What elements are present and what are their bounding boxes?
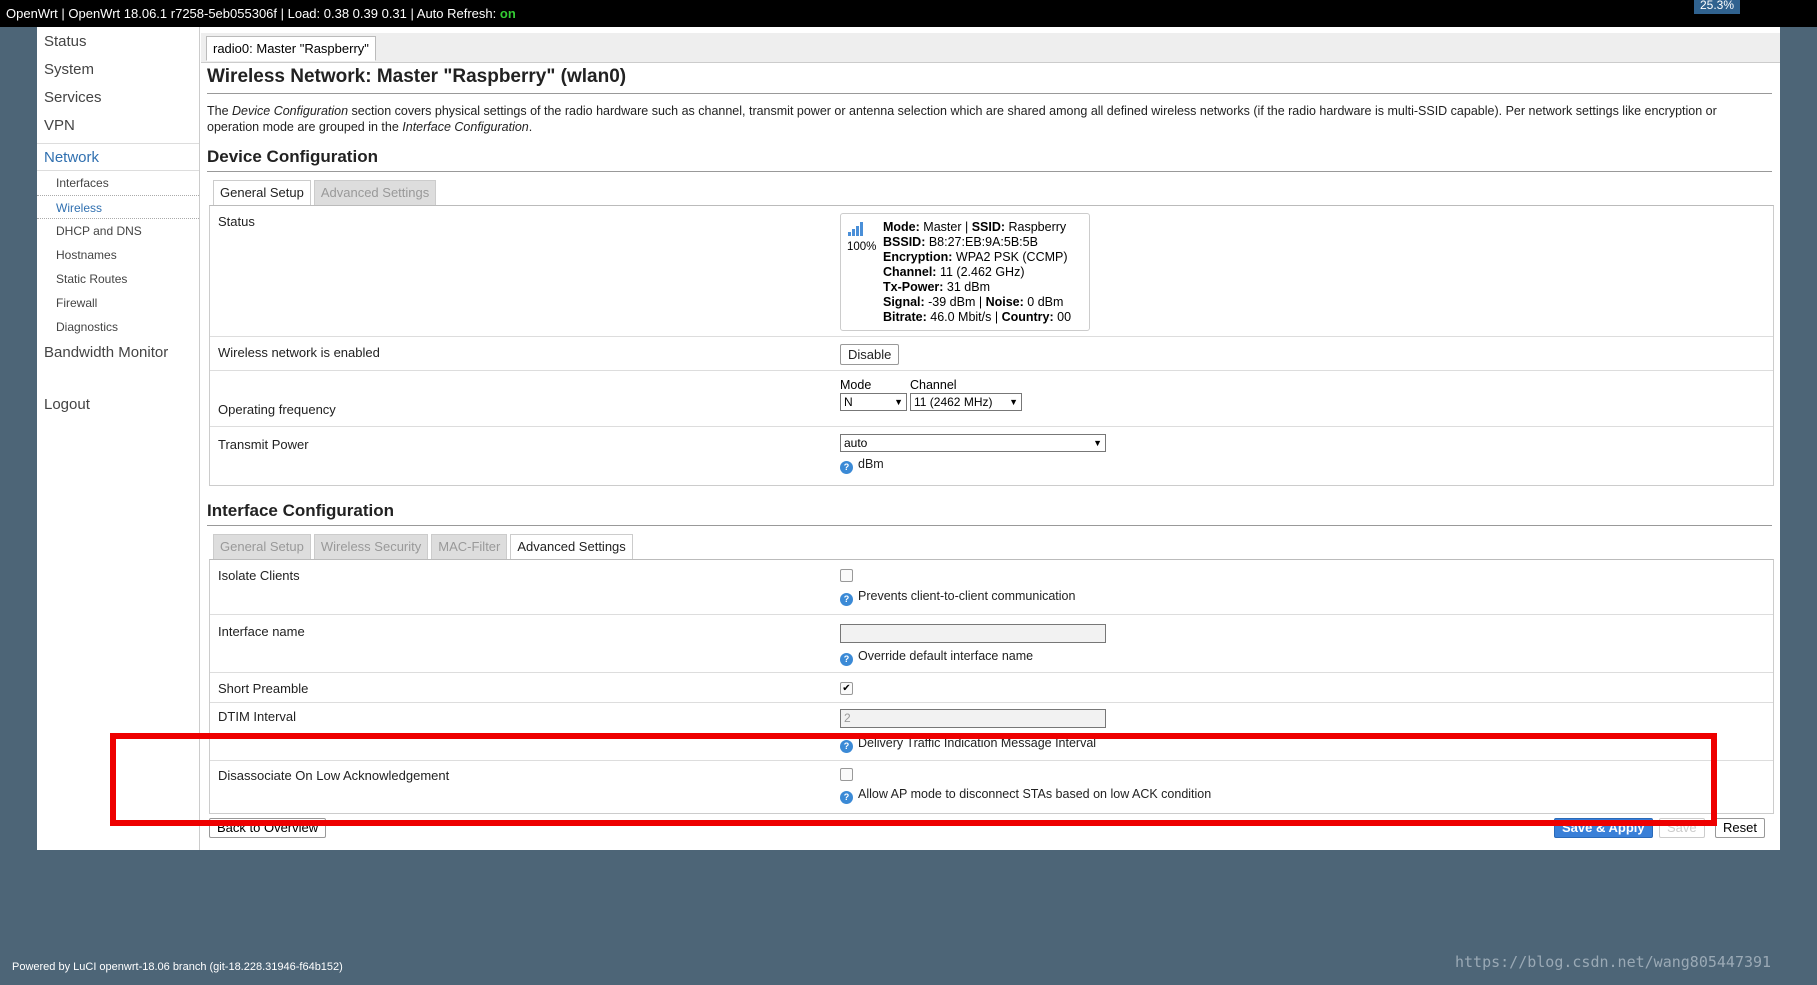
operating-frequency-row: Operating frequency Mode Channel N ▼ 11 (… <box>210 371 1773 427</box>
short-preamble-checkbox[interactable]: ✔ <box>840 682 853 695</box>
page-description: The Device Configuration section covers … <box>207 104 1717 134</box>
device-config-divider <box>207 171 1772 172</box>
reset-button[interactable]: Reset <box>1715 818 1765 838</box>
signal-strength-icon <box>848 222 863 236</box>
interface-name-row: Interface name ? Override default interfa… <box>210 615 1773 673</box>
status-details: Mode: Master | SSID: Raspberry BSSID: B8… <box>883 220 1072 324</box>
disable-button[interactable]: Disable <box>840 344 900 365</box>
channel-label: Channel <box>910 378 957 392</box>
sidebar-item-hostnames[interactable]: Hostnames <box>37 243 199 267</box>
help-icon: ? <box>840 740 853 753</box>
sidebar-item-static-routes[interactable]: Static Routes <box>37 267 199 291</box>
help-icon: ? <box>840 791 853 804</box>
tab-iface-advanced-settings[interactable]: Advanced Settings <box>510 534 633 560</box>
interface-name-help: ? Override default interface name <box>840 649 1033 666</box>
isolate-clients-row: Isolate Clients ? Prevents client-to-clie… <box>210 560 1773 615</box>
sidebar-item-services[interactable]: Services <box>37 84 199 112</box>
top-status-bar: OpenWrt | OpenWrt 18.06.1 r7258-5eb05530… <box>0 0 1817 27</box>
isolate-clients-label: Isolate Clients <box>218 568 300 583</box>
main-content: radio0: Master "Raspberry" Wireless Netw… <box>201 27 1780 850</box>
load-badge: 25.3% <box>1694 0 1740 14</box>
disassociate-low-ack-help: ? Allow AP mode to disconnect STAs based … <box>840 787 1211 804</box>
disassociate-low-ack-checkbox[interactable] <box>840 768 853 781</box>
chevron-down-icon: ▼ <box>1093 438 1102 448</box>
mode-select[interactable]: N ▼ <box>840 393 907 411</box>
device-config-tabs: General Setup Advanced Settings <box>213 180 439 206</box>
tab-iface-mac-filter[interactable]: MAC-Filter <box>431 534 508 560</box>
chevron-down-icon: ▼ <box>1009 397 1018 407</box>
operating-frequency-label: Operating frequency <box>218 402 336 417</box>
disassociate-low-ack-row: Disassociate On Low Acknowledgement ? All… <box>210 761 1773 813</box>
interface-config-panel: Isolate Clients ? Prevents client-to-clie… <box>209 559 1774 814</box>
transmit-power-select[interactable]: auto ▼ <box>840 434 1106 452</box>
isolate-clients-checkbox[interactable] <box>840 569 853 582</box>
sidebar-item-dhcp-dns[interactable]: DHCP and DNS <box>37 219 199 243</box>
save-button[interactable]: Save <box>1659 818 1705 838</box>
sidebar-item-firewall[interactable]: Firewall <box>37 291 199 315</box>
auto-refresh-toggle[interactable]: on <box>500 6 516 21</box>
help-icon: ? <box>840 461 853 474</box>
status-row: Status 100% Mode: Master | SSID: Raspber… <box>210 206 1773 337</box>
page-container: Status System Services VPN Network Inter… <box>37 27 1780 850</box>
device-config-panel: Status 100% Mode: Master | SSID: Raspber… <box>209 205 1774 486</box>
channel-select[interactable]: 11 (2462 MHz) ▼ <box>910 393 1022 411</box>
watermark: https://blog.csdn.net/wang805447391 <box>1455 953 1772 971</box>
disassociate-low-ack-label: Disassociate On Low Acknowledgement <box>218 768 450 783</box>
status-box: 100% Mode: Master | SSID: Raspberry BSSI… <box>840 213 1090 331</box>
back-to-overview-button[interactable]: Back to Overview <box>209 818 327 838</box>
transmit-power-label: Transmit Power <box>218 437 309 452</box>
tab-device-advanced-settings[interactable]: Advanced Settings <box>313 180 437 206</box>
dtim-interval-row: DTIM Interval 2 ? Delivery Traffic Indica… <box>210 703 1773 761</box>
dtim-interval-help: ? Delivery Traffic Indication Message Int… <box>840 736 1096 753</box>
interface-name-input[interactable] <box>840 624 1106 643</box>
short-preamble-label: Short Preamble <box>218 681 309 696</box>
sidebar-item-network[interactable]: Network <box>37 143 199 171</box>
sidebar-item-status[interactable]: Status <box>37 28 199 56</box>
interface-name-label: Interface name <box>218 624 305 639</box>
dtim-interval-input[interactable]: 2 <box>840 709 1106 728</box>
interface-config-tabs: General Setup Wireless Security MAC-Filt… <box>213 534 636 560</box>
transmit-power-row: Transmit Power auto ▼ ? dBm <box>210 427 1773 485</box>
transmit-power-help: ? dBm <box>840 457 884 474</box>
sidebar-item-vpn[interactable]: VPN <box>37 112 199 140</box>
help-icon: ? <box>840 593 853 606</box>
sidebar-item-wireless[interactable]: Wireless <box>37 195 199 219</box>
sidebar: Status System Services VPN Network Inter… <box>37 27 200 850</box>
dtim-interval-label: DTIM Interval <box>218 709 297 724</box>
header-text: OpenWrt | OpenWrt 18.06.1 r7258-5eb05530… <box>6 6 500 21</box>
isolate-clients-help: ? Prevents client-to-client communication <box>840 589 1075 606</box>
signal-percent: 100% <box>847 241 877 253</box>
sidebar-item-bandwidth-monitor[interactable]: Bandwidth Monitor <box>37 339 199 367</box>
save-apply-button[interactable]: Save & Apply <box>1554 818 1653 838</box>
sidebar-item-diagnostics[interactable]: Diagnostics <box>37 315 199 339</box>
status-label: Status <box>218 214 255 229</box>
device-config-title: Device Configuration <box>207 147 378 166</box>
wireless-enabled-row: Wireless network is enabled Disable <box>210 337 1773 371</box>
tab-iface-wireless-security[interactable]: Wireless Security <box>313 534 429 560</box>
radio-tab-bar <box>201 33 1780 63</box>
sidebar-item-interfaces[interactable]: Interfaces <box>37 171 199 195</box>
mode-label: Mode <box>840 378 872 392</box>
short-preamble-row: Short Preamble ✔ <box>210 673 1773 703</box>
interface-config-divider <box>207 525 1772 526</box>
tab-device-general-setup[interactable]: General Setup <box>213 180 311 206</box>
wireless-enabled-label: Wireless network is enabled <box>218 345 380 360</box>
tab-radio0[interactable]: radio0: Master "Raspberry" <box>206 36 376 61</box>
tab-iface-general-setup[interactable]: General Setup <box>213 534 311 560</box>
footer: Powered by LuCI openwrt-18.06 branch (gi… <box>12 961 343 973</box>
chevron-down-icon: ▼ <box>894 397 903 407</box>
page-title: Wireless Network: Master "Raspberry" (wl… <box>207 66 627 87</box>
sidebar-item-logout[interactable]: Logout <box>37 391 199 419</box>
help-icon: ? <box>840 653 853 666</box>
interface-config-title: Interface Configuration <box>207 501 395 520</box>
title-divider <box>207 93 1772 94</box>
sidebar-item-system[interactable]: System <box>37 56 199 84</box>
